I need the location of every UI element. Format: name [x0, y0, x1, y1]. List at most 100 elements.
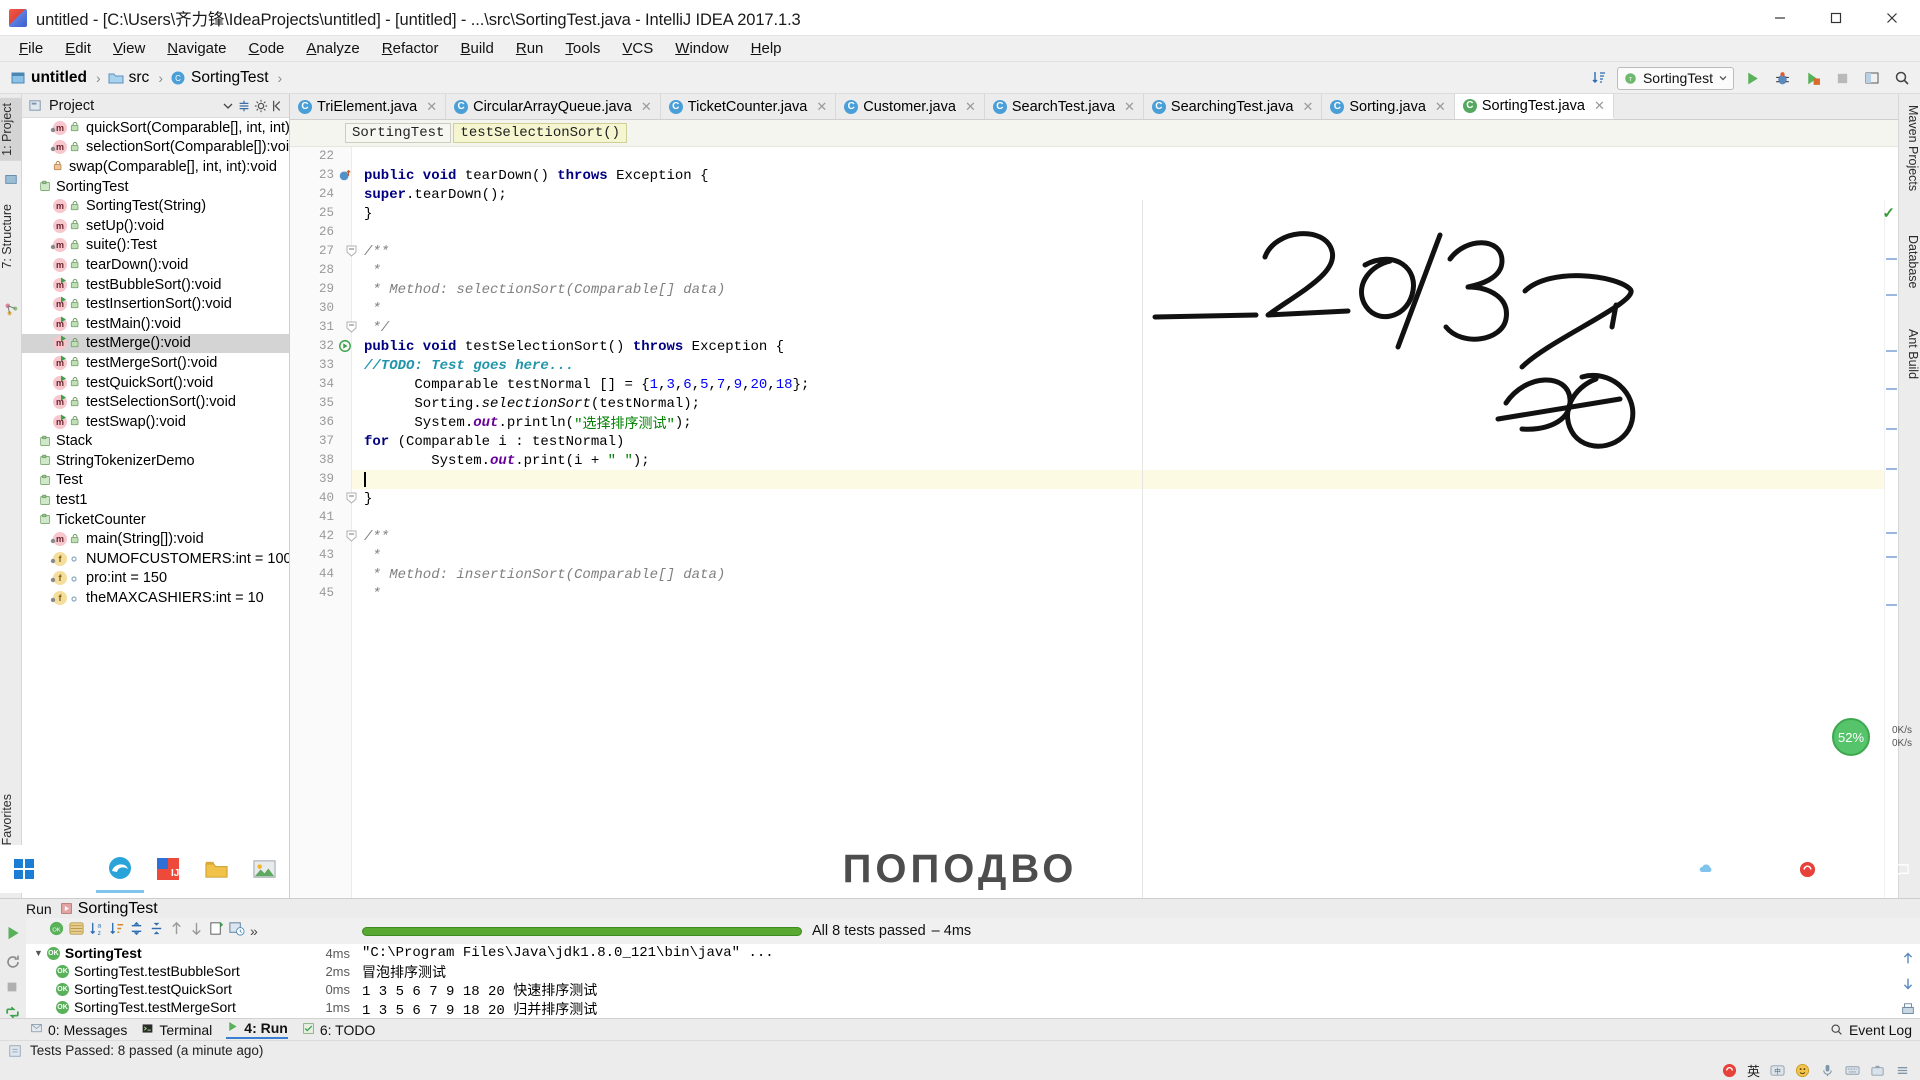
- code-line[interactable]: * Method: selectionSort(Comparable[] dat…: [352, 280, 1898, 299]
- tree-item[interactable]: m testInsertionSort():void: [22, 294, 289, 314]
- close-tab-icon[interactable]: ✕: [1302, 99, 1313, 115]
- breadcrumb-folder[interactable]: src: [108, 69, 149, 87]
- toggle-passed-icon[interactable]: OK: [48, 920, 65, 942]
- event-log-area[interactable]: Event Log: [1830, 1022, 1920, 1038]
- keyboard-icon[interactable]: [1845, 1063, 1860, 1078]
- code-line[interactable]: Comparable testNormal [] = {1, 3, 6, 5, 7, 9,…: [352, 375, 1898, 394]
- close-tab-icon[interactable]: ✕: [426, 99, 437, 115]
- stop-icon[interactable]: [5, 980, 19, 999]
- tree-item[interactable]: StringTokenizerDemo: [22, 451, 289, 471]
- close-tab-icon[interactable]: ✕: [1594, 98, 1605, 114]
- tree-item[interactable]: f theMAXCASHIERS:int = 10: [22, 588, 289, 608]
- bottom-tab-run[interactable]: 4: Run: [226, 1020, 288, 1039]
- menu-item-build[interactable]: Build: [449, 37, 504, 60]
- memory-indicator[interactable]: 52%: [1832, 718, 1870, 756]
- sogou-tray-icon[interactable]: [1799, 861, 1816, 878]
- tree-item[interactable]: m testBubbleSort():void: [22, 275, 289, 295]
- tree-item[interactable]: test1: [22, 490, 289, 510]
- show-ignored-icon[interactable]: [68, 920, 85, 942]
- code-lines[interactable]: public void tearDown() throws Exception …: [352, 147, 1898, 898]
- tree-item[interactable]: m testMergeSort():void: [22, 353, 289, 373]
- console-output[interactable]: "C:\Program Files\Java\jdk1.8.0_121\bin\…: [356, 944, 1920, 1018]
- code-line[interactable]: public void tearDown() throws Exception …: [352, 166, 1898, 185]
- code-line[interactable]: }: [352, 204, 1898, 223]
- breadcrumb-chip[interactable]: SortingTest: [345, 123, 452, 143]
- idea-icon[interactable]: IJ: [144, 845, 192, 893]
- menu-item-window[interactable]: Window: [664, 37, 739, 60]
- editor-tab-ticketcounter[interactable]: C TicketCounter.java ✕: [660, 94, 837, 119]
- windows-start-icon[interactable]: [0, 845, 48, 893]
- editor-tab-customer[interactable]: C Customer.java ✕: [836, 94, 985, 119]
- tree-item[interactable]: SortingTest: [22, 177, 289, 197]
- cortana-search-icon[interactable]: [48, 845, 96, 893]
- volume-icon[interactable]: [1724, 861, 1740, 877]
- editor-tab-searchtest[interactable]: C SearchTest.java ✕: [984, 94, 1144, 119]
- sidebar-item-project[interactable]: 1: Project: [0, 98, 22, 161]
- test-list-item[interactable]: OK SortingTest.testMergeSort 1ms: [26, 998, 356, 1016]
- code-line[interactable]: *: [352, 546, 1898, 565]
- run-button[interactable]: [1740, 66, 1764, 90]
- coverage-button[interactable]: [1800, 66, 1824, 90]
- code-line[interactable]: [352, 147, 1898, 166]
- tree-item[interactable]: f NUMOFCUSTOMERS:int = 100: [22, 549, 289, 569]
- menu-item-edit[interactable]: Edit: [54, 37, 102, 60]
- tree-item[interactable]: m testSelectionSort():void: [22, 392, 289, 412]
- code-line[interactable]: super .tearDown();: [352, 185, 1898, 204]
- tree-item[interactable]: f pro:int = 150: [22, 569, 289, 589]
- prev-icon[interactable]: [168, 920, 185, 942]
- close-tab-icon[interactable]: ✕: [816, 99, 827, 115]
- scroll-up-icon[interactable]: [1900, 950, 1916, 966]
- editor-tab-sortingtest[interactable]: C SortingTest.java ✕: [1454, 94, 1614, 119]
- explorer-icon[interactable]: [192, 845, 240, 893]
- menu-item-vcs[interactable]: VCS: [611, 37, 664, 60]
- edge-icon[interactable]: [96, 845, 144, 893]
- close-button[interactable]: [1864, 0, 1920, 36]
- sidebar-item-ant-build[interactable]: Ant Build: [1898, 324, 1920, 384]
- editor-tab-sorting[interactable]: C Sorting.java ✕: [1322, 94, 1455, 119]
- sort-alpha-icon[interactable]: az: [88, 920, 105, 942]
- sidebar-item-structure[interactable]: 7: Structure: [0, 199, 22, 274]
- code-line[interactable]: */: [352, 318, 1898, 337]
- code-line[interactable]: /**: [352, 242, 1898, 261]
- next-icon[interactable]: [188, 920, 205, 942]
- taskbar-language-label[interactable]: 英: [1776, 860, 1789, 879]
- history-icon[interactable]: [228, 920, 245, 942]
- bottom-tab-messages[interactable]: 0: Messages: [30, 1022, 127, 1038]
- test-list-item[interactable]: OK SortingTest.testBubbleSort 2ms: [26, 962, 356, 980]
- editor-tab-circulararrayqueue[interactable]: C CircularArrayQueue.java ✕: [446, 94, 661, 119]
- code-line[interactable]: *: [352, 584, 1898, 603]
- layout-icon[interactable]: [1860, 66, 1884, 90]
- tree-item[interactable]: m tearDown():void: [22, 255, 289, 275]
- code-line[interactable]: *: [352, 299, 1898, 318]
- close-tab-icon[interactable]: ✕: [641, 99, 652, 115]
- tree-item[interactable]: swap(Comparable[], int, int):void: [22, 157, 289, 177]
- code-line[interactable]: /**: [352, 527, 1898, 546]
- breadcrumb-module[interactable]: untitled: [10, 69, 87, 87]
- code-line[interactable]: Sorting. selectionSort (testNormal);: [352, 394, 1898, 413]
- taskbar-clock[interactable]: 17:07 2017/11/6: [1826, 853, 1883, 886]
- test-tree-root[interactable]: ▼ OK SortingTest 4ms: [26, 944, 356, 962]
- expand-arrow-icon[interactable]: ▼: [34, 948, 43, 958]
- editor-marker-bar[interactable]: ✓: [1882, 200, 1898, 898]
- debug-button[interactable]: [1770, 66, 1794, 90]
- chinese-english-toggle-icon[interactable]: 中: [1770, 1063, 1785, 1078]
- smiley-icon[interactable]: [1795, 1063, 1810, 1078]
- menu-item-run[interactable]: Run: [505, 37, 555, 60]
- editor-gutter[interactable]: 22 23 24 25 26 27 28 29 30 31 32 33 34 35 36 37 38 39 40 41…: [290, 147, 357, 898]
- override-gutter-icon[interactable]: [338, 166, 352, 185]
- menu-item-view[interactable]: View: [102, 37, 156, 60]
- gear-icon[interactable]: [254, 99, 268, 113]
- tree-item[interactable]: TicketCounter: [22, 510, 289, 530]
- menu-item-analyze[interactable]: Analyze: [295, 37, 370, 60]
- close-tab-icon[interactable]: ✕: [1435, 99, 1446, 115]
- search-icon[interactable]: [1890, 66, 1914, 90]
- export-icon[interactable]: [208, 920, 225, 942]
- code-line[interactable]: }: [352, 489, 1898, 508]
- print-icon[interactable]: [1900, 1002, 1916, 1018]
- chevron-up-icon[interactable]: [1675, 863, 1688, 876]
- breadcrumb-chip[interactable]: testSelectionSort(): [453, 123, 628, 143]
- code-line[interactable]: [352, 223, 1898, 242]
- tree-item[interactable]: m testQuickSort():void: [22, 373, 289, 393]
- tree-item[interactable]: Test: [22, 471, 289, 491]
- close-tab-icon[interactable]: ✕: [1124, 99, 1135, 115]
